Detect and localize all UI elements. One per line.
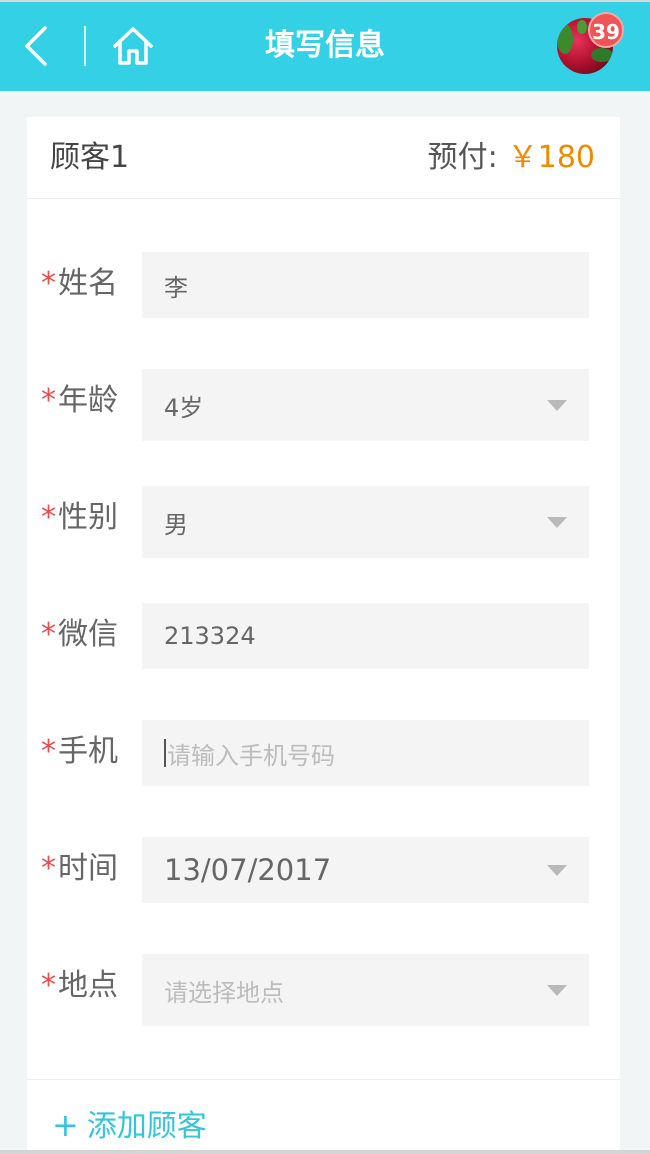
avatar-leaf xyxy=(557,24,573,54)
add-customer-label: 添加顾客 xyxy=(86,1109,207,1144)
place-label-text: 地点 xyxy=(58,968,118,1003)
age-value: 4岁 xyxy=(164,393,204,422)
place-label: *地点 xyxy=(41,954,118,1024)
wechat-value: 213324 xyxy=(164,622,256,650)
required-mark: * xyxy=(41,500,56,535)
form-row-name: *姓名 李 xyxy=(27,252,620,322)
plus-icon: + xyxy=(52,1106,79,1144)
customer-card-header: 顾客1 预付: ￥180 xyxy=(27,117,620,199)
time-value: 13/07/2017 xyxy=(164,853,332,887)
text-caret xyxy=(164,739,166,767)
app-header: 填写信息 39 xyxy=(0,0,650,91)
time-label-text: 时间 xyxy=(58,851,118,886)
form-row-age: *年龄 4岁 xyxy=(27,369,620,441)
phone-label: *手机 xyxy=(41,720,118,790)
form-row-time: *时间 13/07/2017 xyxy=(27,837,620,907)
phone-label-text: 手机 xyxy=(58,734,118,769)
prepay-amount: ￥180 xyxy=(507,140,595,175)
required-mark: * xyxy=(41,383,56,418)
form-row-phone: *手机 请输入手机号码 xyxy=(27,720,620,790)
wechat-label: *微信 xyxy=(41,603,118,673)
customer-card-footer: + 添加顾客 xyxy=(27,1079,620,1154)
name-label-text: 姓名 xyxy=(58,266,118,301)
app-screen: 填写信息 39 顾客1 预付: ￥180 *姓名 李 *年龄 4岁 *性别 男 … xyxy=(0,0,650,1154)
chevron-down-icon xyxy=(547,517,567,528)
customer-title: 顾客1 xyxy=(50,140,130,175)
required-mark: * xyxy=(41,617,56,652)
form-row-wechat: *微信 213324 xyxy=(27,603,620,673)
back-button[interactable] xyxy=(18,22,54,70)
gender-select[interactable]: 男 xyxy=(142,486,589,558)
wechat-field[interactable]: 213324 xyxy=(142,603,589,669)
prepay-label: 预付: xyxy=(427,140,498,175)
time-label: *时间 xyxy=(41,837,118,907)
chevron-down-icon xyxy=(547,400,567,411)
name-label: *姓名 xyxy=(41,252,118,322)
page-title: 填写信息 xyxy=(265,28,385,63)
required-mark: * xyxy=(41,266,56,301)
form-row-place: *地点 请选择地点 xyxy=(27,954,620,1026)
phone-input[interactable]: 请输入手机号码 xyxy=(142,720,589,786)
prepay-info: 预付: ￥180 xyxy=(428,137,595,179)
header-divider xyxy=(84,26,86,66)
chevron-down-icon xyxy=(547,865,567,876)
gender-label: *性别 xyxy=(41,486,118,556)
date-picker[interactable]: 13/07/2017 xyxy=(142,837,589,903)
gender-value: 男 xyxy=(164,510,188,539)
gender-label-text: 性别 xyxy=(58,500,118,535)
customer-card: 顾客1 预付: ￥180 *姓名 李 *年龄 4岁 *性别 男 *微信 2133… xyxy=(27,117,620,1154)
notification-badge[interactable]: 39 xyxy=(588,12,624,48)
required-mark: * xyxy=(41,734,56,769)
avatar-leaf xyxy=(577,20,587,34)
add-customer-button[interactable]: + 添加顾客 xyxy=(52,1100,207,1150)
avatar-leaf xyxy=(591,48,613,62)
name-field[interactable]: 李 xyxy=(142,252,589,318)
phone-placeholder: 请输入手机号码 xyxy=(167,741,335,770)
home-button[interactable] xyxy=(110,24,156,68)
wechat-label-text: 微信 xyxy=(58,617,118,652)
age-select[interactable]: 4岁 xyxy=(142,369,589,441)
back-icon xyxy=(25,26,47,66)
place-select[interactable]: 请选择地点 xyxy=(142,954,589,1026)
required-mark: * xyxy=(41,851,56,886)
name-value: 李 xyxy=(164,273,188,302)
home-icon xyxy=(113,27,153,65)
age-label-text: 年龄 xyxy=(58,383,118,418)
form-row-gender: *性别 男 xyxy=(27,486,620,558)
place-placeholder: 请选择地点 xyxy=(164,978,284,1007)
age-label: *年龄 xyxy=(41,369,118,439)
bottom-edge xyxy=(0,1150,650,1154)
chevron-down-icon xyxy=(547,985,567,996)
required-mark: * xyxy=(41,968,56,1003)
